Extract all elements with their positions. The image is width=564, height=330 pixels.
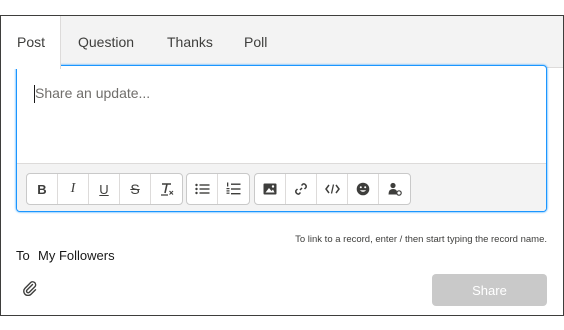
tab-post[interactable]: Post [1, 16, 61, 69]
mention-icon [388, 182, 402, 196]
link-button[interactable] [286, 174, 317, 204]
clear-formatting-icon [160, 183, 173, 196]
bold-button[interactable]: B [27, 174, 58, 204]
share-button[interactable]: Share [432, 274, 547, 306]
strikethrough-icon: S [130, 181, 140, 197]
emoji-icon [356, 182, 370, 196]
numbered-list-icon [226, 182, 241, 195]
underline-button[interactable]: U [89, 174, 120, 204]
underline-icon: U [99, 181, 109, 197]
bold-icon: B [37, 181, 47, 197]
paperclip-icon [23, 281, 37, 297]
emoji-button[interactable] [348, 174, 379, 204]
post-editor[interactable]: Share an update... B I U S [16, 65, 547, 212]
clear-formatting-button[interactable] [151, 174, 182, 204]
numbered-list-button[interactable] [218, 174, 249, 204]
bulleted-list-button[interactable] [187, 174, 218, 204]
list-group [186, 173, 250, 205]
audience-label: To [16, 248, 30, 263]
link-icon [295, 183, 307, 195]
tab-question[interactable]: Question [78, 16, 134, 68]
image-icon [263, 183, 277, 195]
image-button[interactable] [255, 174, 286, 204]
italic-icon: I [70, 181, 76, 196]
record-link-hint: To link to a record, enter / then start … [295, 234, 547, 245]
italic-button[interactable]: I [58, 174, 89, 204]
tab-poll[interactable]: Poll [244, 16, 267, 68]
post-placeholder: Share an update... [35, 85, 151, 101]
text-format-group: B I U S [26, 173, 183, 205]
publisher-tabs: Post Question Thanks Poll [1, 16, 563, 69]
code-button[interactable] [317, 174, 348, 204]
formatting-toolbar: B I U S [17, 163, 546, 211]
insert-group [254, 173, 411, 205]
mention-button[interactable] [379, 174, 410, 204]
code-icon [324, 184, 340, 194]
bulleted-list-icon [194, 183, 209, 195]
tab-thanks[interactable]: Thanks [167, 16, 213, 68]
post-text-area[interactable]: Share an update... [17, 66, 546, 163]
strikethrough-button[interactable]: S [120, 174, 151, 204]
audience-value[interactable]: My Followers [38, 248, 115, 263]
attach-file-button[interactable] [22, 280, 40, 298]
